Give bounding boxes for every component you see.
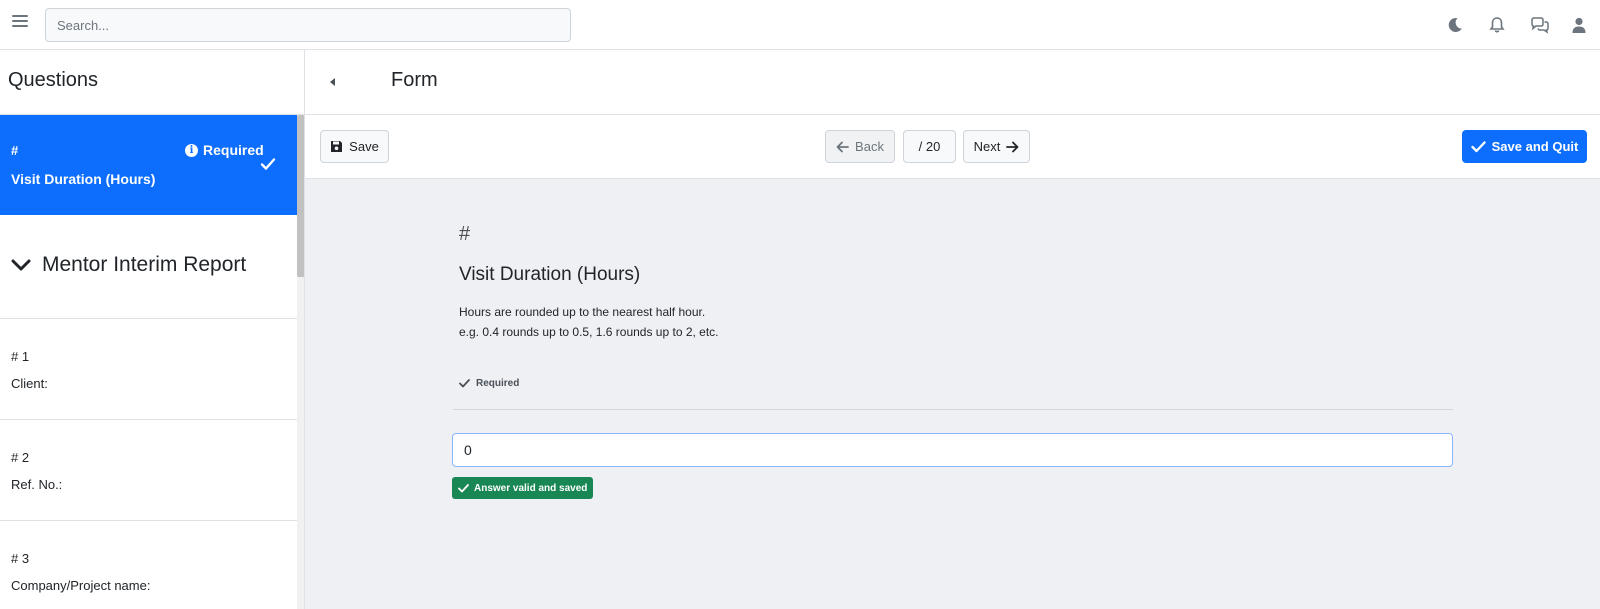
question-list: # i Required Visit Duration (Hours) Ment… [0, 115, 297, 609]
check-icon [1470, 140, 1486, 152]
next-button[interactable]: Next [963, 130, 1030, 163]
save-button[interactable]: Save [320, 130, 389, 163]
form-toolbar: Save Back / 20 Next Save and Quit [305, 115, 1600, 179]
chevron-down-icon [11, 259, 31, 271]
status-label: Answer valid and saved [474, 482, 588, 494]
status-badge: Answer valid and saved [452, 477, 594, 499]
required-badge: i Required [185, 142, 264, 158]
check-icon [459, 379, 470, 388]
question-number: # 3 [11, 551, 30, 566]
save-label: Save [349, 139, 379, 154]
arrow-left-icon [836, 141, 849, 152]
question-number: # 2 [11, 450, 30, 465]
question-item[interactable]: # 3 Company/Project name: [0, 521, 297, 609]
question-label: Visit Duration (Hours) [11, 171, 156, 187]
page-indicator: / 20 [903, 130, 956, 163]
question-label: Ref. No.: [11, 477, 63, 492]
question-description: Hours are rounded up to the nearest half… [459, 305, 706, 319]
question-number: # 1 [11, 349, 30, 364]
search-input[interactable] [45, 8, 571, 42]
menu-icon[interactable] [12, 15, 28, 29]
user-icon[interactable] [1570, 16, 1588, 34]
divider [453, 409, 1453, 410]
question-content: # Visit Duration (Hours) Hours are round… [305, 179, 1600, 609]
check-icon [260, 158, 276, 170]
required-indicator: Required [459, 378, 519, 389]
moon-icon[interactable] [1446, 16, 1464, 34]
question-item-active[interactable]: # i Required Visit Duration (Hours) [0, 115, 297, 215]
bell-icon[interactable] [1488, 16, 1506, 34]
required-label: Required [203, 142, 264, 158]
form-header: Form [305, 50, 1600, 115]
chat-icon[interactable] [1530, 16, 1550, 34]
section-title: Mentor Interim Report [42, 253, 247, 276]
question-number: # [459, 223, 471, 245]
save-and-quit-label: Save and Quit [1491, 139, 1579, 154]
question-label: Client: [11, 376, 48, 391]
back-label: Back [855, 139, 884, 154]
questions-panel: Questions # i Required Visit Duration (H… [0, 50, 305, 609]
question-item[interactable]: # 1 Client: [0, 319, 297, 420]
question-number: # [11, 143, 19, 158]
question-label: Company/Project name: [11, 578, 151, 593]
save-and-quit-button[interactable]: Save and Quit [1462, 130, 1587, 163]
caret-left-icon[interactable] [330, 78, 335, 86]
form-title: Form [391, 69, 438, 91]
required-label: Required [476, 378, 520, 389]
arrow-right-icon [1006, 141, 1019, 152]
floppy-icon [331, 141, 343, 152]
questions-header: Questions [0, 50, 304, 115]
question-description: e.g. 0.4 rounds up to 0.5, 1.6 rounds up… [459, 325, 719, 339]
form-main: Form Save Back / 20 Next Save and Quit #… [305, 50, 1600, 609]
top-bar [0, 0, 1600, 50]
answer-input[interactable] [452, 433, 1453, 467]
back-button[interactable]: Back [825, 130, 895, 163]
next-label: Next [973, 139, 1001, 154]
question-item[interactable]: # 2 Ref. No.: [0, 420, 297, 521]
question-title: Visit Duration (Hours) [459, 264, 641, 285]
scrollbar-thumb[interactable] [297, 115, 304, 277]
info-icon: i [185, 143, 198, 157]
section-header[interactable]: Mentor Interim Report [0, 215, 297, 319]
check-icon [458, 483, 469, 492]
questions-title: Questions [8, 69, 99, 91]
